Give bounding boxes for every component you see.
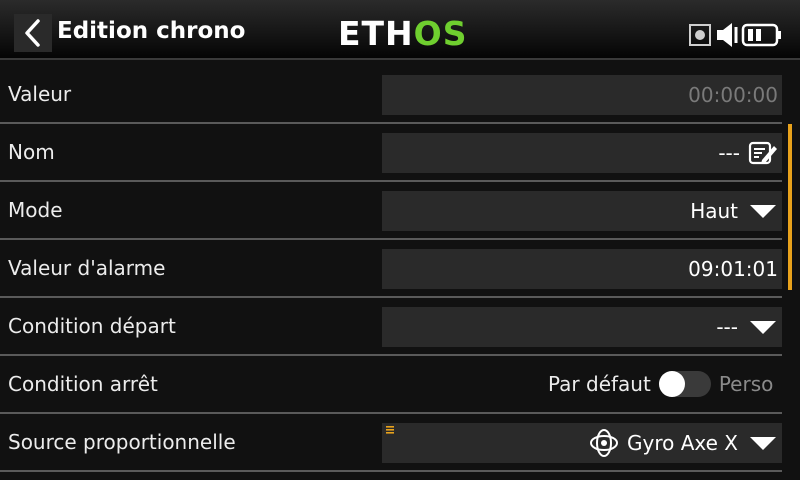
sd-card-icon (689, 24, 711, 46)
top-bar: Edition chrono ETHOS (0, 0, 800, 60)
row-mode: Mode Haut (0, 182, 782, 240)
alarme-value: 09:01:01 (688, 257, 778, 281)
arret-option-default: Par défaut (548, 372, 651, 396)
source-value: Gyro Axe X (627, 431, 738, 455)
depart-select[interactable]: --- (382, 307, 782, 347)
valeur-field: 00:00:00 (382, 75, 782, 115)
back-button[interactable] (14, 14, 52, 52)
row-alarme: Valeur d'alarme 09:01:01 (0, 240, 782, 298)
alarme-label: Valeur d'alarme (8, 256, 166, 280)
logo-text-eth: ETH (338, 14, 414, 53)
row-source: Source proportionnelle Gyro Axe X (0, 414, 782, 472)
row-valeur: Valeur 00:00:00 (0, 66, 782, 124)
nom-field[interactable]: --- (382, 133, 782, 173)
arret-toggle-group: Par défaut Perso (548, 356, 773, 412)
valeur-label: Valeur (8, 82, 72, 106)
scrollbar[interactable] (788, 124, 792, 290)
gyro-icon (590, 429, 619, 457)
row-nom: Nom --- (0, 124, 782, 182)
chevron-down-icon (750, 436, 776, 450)
mode-value: Haut (690, 199, 738, 223)
edit-icon (748, 141, 777, 165)
chevron-left-icon (25, 19, 40, 47)
source-select[interactable]: Gyro Axe X (382, 423, 782, 463)
arret-toggle[interactable] (658, 371, 711, 397)
row-depart: Condition départ --- (0, 298, 782, 356)
arret-option-perso: Perso (718, 372, 774, 396)
alarme-field[interactable]: 09:01:01 (382, 249, 782, 289)
toggle-knob (658, 371, 685, 397)
ethos-logo: ETHOS (338, 14, 468, 54)
chevron-down-icon (750, 320, 776, 334)
row-arret: Condition arrêt Par défaut Perso (0, 356, 782, 414)
depart-value: --- (716, 315, 738, 339)
mode-label: Mode (8, 198, 63, 222)
logo-text-os: OS (413, 14, 468, 53)
depart-label: Condition départ (8, 314, 176, 338)
speaker-icon (717, 23, 738, 47)
valeur-value: 00:00:00 (688, 83, 778, 107)
menu-lines-icon (386, 426, 394, 434)
mode-select[interactable]: Haut (382, 191, 782, 231)
nom-value: --- (718, 141, 740, 165)
arret-label: Condition arrêt (8, 372, 158, 396)
status-area (688, 19, 788, 49)
source-label: Source proportionnelle (8, 430, 236, 454)
chevron-down-icon (750, 204, 776, 218)
page-title: Edition chrono (57, 18, 246, 44)
battery-icon (741, 23, 781, 47)
nom-label: Nom (8, 140, 55, 164)
